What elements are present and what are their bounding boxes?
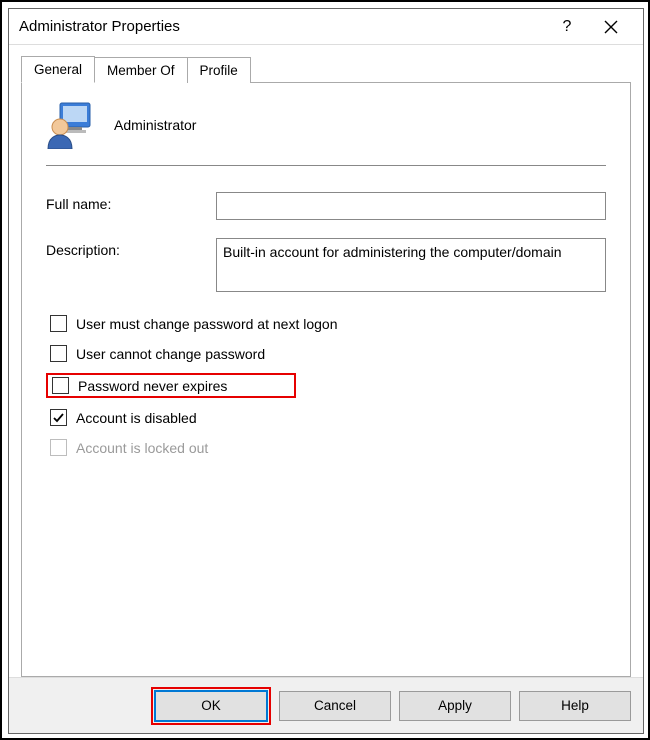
full-name-input[interactable] <box>216 192 606 220</box>
dialog-body: General Member Of Profile <box>9 45 643 677</box>
row-description: Description: <box>46 238 606 295</box>
tab-general[interactable]: General <box>21 56 95 83</box>
window-title: Administrator Properties <box>19 18 545 35</box>
ok-button[interactable]: OK <box>155 691 267 721</box>
checkbox-password-never-expires[interactable]: Password never expires <box>46 373 296 398</box>
tab-profile[interactable]: Profile <box>187 57 251 83</box>
divider <box>46 165 606 166</box>
button-bar: OK Cancel Apply Help <box>9 677 643 733</box>
checkbox-icon <box>50 315 67 332</box>
checkbox-icon <box>50 409 67 426</box>
close-icon[interactable] <box>589 12 633 42</box>
checkbox-label: User cannot change password <box>76 346 265 362</box>
label-full-name: Full name: <box>46 192 216 212</box>
help-icon[interactable]: ? <box>545 12 589 42</box>
help-button[interactable]: Help <box>519 691 631 721</box>
account-header: Administrator <box>46 101 606 149</box>
checkbox-group: User must change password at next logon … <box>46 313 606 458</box>
ok-button-highlight: OK <box>151 687 271 725</box>
properties-dialog: Administrator Properties ? General Membe… <box>8 8 644 734</box>
checkbox-label: Password never expires <box>78 378 227 394</box>
screenshot-frame: Administrator Properties ? General Membe… <box>0 0 650 740</box>
checkbox-icon <box>52 377 69 394</box>
checkbox-account-disabled[interactable]: Account is disabled <box>46 407 606 428</box>
checkbox-account-locked: Account is locked out <box>46 437 606 458</box>
row-full-name: Full name: <box>46 192 606 220</box>
description-input[interactable] <box>216 238 606 292</box>
titlebar: Administrator Properties ? <box>9 9 643 45</box>
cancel-button[interactable]: Cancel <box>279 691 391 721</box>
apply-button[interactable]: Apply <box>399 691 511 721</box>
account-name: Administrator <box>114 117 196 133</box>
checkbox-icon <box>50 439 67 456</box>
label-description: Description: <box>46 238 216 258</box>
checkbox-label: Account is disabled <box>76 410 197 426</box>
checkbox-label: Account is locked out <box>76 440 208 456</box>
tab-strip: General Member Of Profile <box>21 55 631 82</box>
user-account-icon <box>46 101 94 149</box>
tab-panel-general: Administrator Full name: Description: <box>21 82 631 677</box>
checkbox-icon <box>50 345 67 362</box>
checkbox-label: User must change password at next logon <box>76 316 337 332</box>
checkbox-cannot-change-password[interactable]: User cannot change password <box>46 343 606 364</box>
tab-member-of[interactable]: Member Of <box>94 57 188 83</box>
checkbox-must-change-password[interactable]: User must change password at next logon <box>46 313 606 334</box>
